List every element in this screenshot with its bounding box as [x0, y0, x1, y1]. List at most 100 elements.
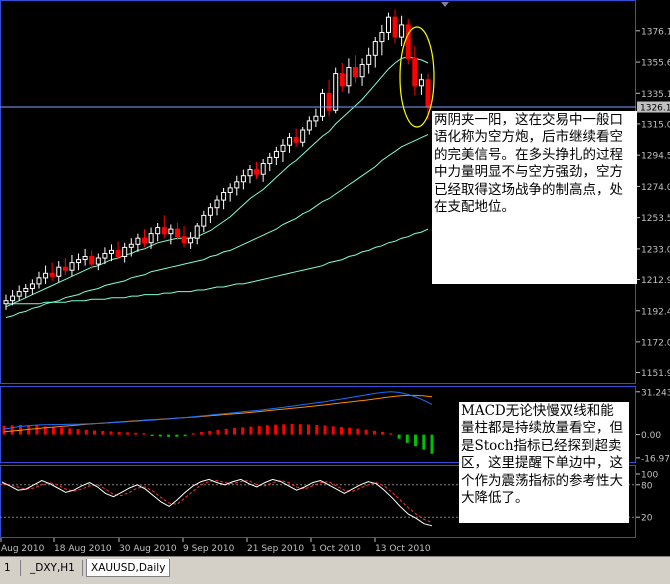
- macd-histogram-bar: [68, 428, 72, 435]
- bull-candle-body: [36, 277, 42, 285]
- bull-candle-body: [418, 79, 424, 87]
- macd-histogram-bar: [356, 428, 360, 435]
- price-tick-label: 1376.1: [641, 27, 670, 37]
- bull-candle-body: [366, 54, 372, 65]
- macd-histogram-bar: [331, 426, 335, 435]
- bull-candle-body: [201, 214, 207, 227]
- macd-histogram-bar: [200, 432, 203, 435]
- macd-histogram-bar: [340, 427, 343, 435]
- bull-candle-body: [287, 137, 293, 146]
- macd-histogram-bar: [51, 427, 55, 435]
- tab-xauusd-daily[interactable]: XAUUSD,Daily: [86, 559, 171, 577]
- date-tick-label: 1 Oct 2010: [311, 544, 361, 554]
- macd-histogram-bar: [150, 434, 154, 436]
- moving-averages: [5, 56, 429, 318]
- chart-tab-bar: 1 _DXY,H1 XAUUSD,Daily: [0, 556, 670, 584]
- bear-candle-body: [161, 227, 167, 235]
- macd-histogram-bar: [117, 431, 121, 435]
- price-tick-label: 1233.0: [641, 245, 670, 255]
- bull-candle-body: [23, 288, 29, 292]
- bull-candle-body: [399, 24, 405, 38]
- macd-histogram-bar: [249, 426, 253, 435]
- chart-shift-marker-icon[interactable]: [441, 2, 449, 7]
- bull-candle-body: [240, 175, 246, 183]
- bull-candle-body: [194, 225, 200, 239]
- indicator-annotation-note: MACD无论快慢双线和能量柱都是持续放量看空，但是Stoch指标已经探到超卖区，…: [459, 402, 629, 523]
- macd-histogram-bar: [381, 431, 385, 435]
- stoch-signal-line: [1, 479, 433, 524]
- macd-histogram-bar: [224, 428, 228, 435]
- macd-histogram-bar: [282, 424, 286, 435]
- bear-candle-body: [405, 24, 411, 59]
- bull-candle-body: [221, 192, 227, 201]
- macd-histogram-bar: [175, 434, 179, 437]
- macd-histogram-bar: [290, 423, 294, 435]
- bull-candle-body: [260, 163, 266, 175]
- macd-histogram-bar: [76, 429, 80, 435]
- bull-candle-body: [29, 283, 35, 289]
- macd-histogram-bar: [241, 427, 245, 435]
- price-tick-label: 1315.0: [641, 120, 670, 130]
- bull-candle-body: [188, 237, 194, 244]
- macd-histogram-bar: [298, 424, 302, 435]
- current-price-label: 1326.1: [640, 104, 670, 114]
- macd-histogram-bar: [167, 434, 171, 437]
- tab-1[interactable]: 1: [0, 559, 15, 577]
- bull-candle-body: [227, 187, 233, 193]
- macd-signal-line: [3, 394, 433, 433]
- tab-dxy-h1[interactable]: _DXY,H1: [26, 559, 79, 577]
- bull-candle-body: [359, 64, 365, 78]
- price-annotation-note: 两阴夹一阳，这在交易中一般口语化称为空方炮，后市继续看空的完美信号。在多头挣扎的…: [432, 111, 637, 284]
- date-tick-label: 13 Oct 2010: [375, 544, 431, 554]
- date-tick-label: 9 Sep 2010: [183, 544, 235, 554]
- bear-candle-body: [293, 137, 299, 143]
- price-tick-label: 1212.9: [641, 276, 670, 286]
- bull-candle-body: [333, 73, 339, 111]
- bull-candle-body: [306, 120, 312, 131]
- macd-series: [2, 391, 434, 454]
- bear-candle-body: [412, 57, 418, 87]
- bull-candle-body: [155, 227, 161, 235]
- bull-candle-body: [148, 233, 154, 244]
- bull-candle-body: [16, 291, 22, 297]
- bull-candle-body: [82, 256, 88, 260]
- bull-candle-body: [379, 32, 385, 43]
- price-tick-label: 1253.5: [641, 214, 670, 224]
- bear-candle-body: [142, 237, 147, 244]
- bear-candle-body: [89, 256, 95, 265]
- bull-candle-body: [372, 41, 378, 56]
- price-tick-label: 1335.1: [641, 90, 670, 100]
- macd-histogram-bar: [216, 429, 220, 435]
- macd-histogram-bar: [372, 430, 376, 435]
- bull-candle-body: [122, 246, 128, 257]
- macd-histogram-bar: [158, 434, 162, 437]
- tab-divider: [20, 560, 21, 576]
- price-tick-label: 1355.6: [641, 59, 670, 69]
- date-tick-label: 30 Aug 2010: [119, 544, 177, 554]
- macd-histogram-bar: [60, 427, 64, 435]
- macd-tick-label: 31.2436: [641, 388, 670, 398]
- macd-histogram-bar: [35, 425, 39, 435]
- stoch-main-line: [1, 478, 433, 527]
- macd-histogram-bar: [257, 426, 261, 435]
- bear-candle-body: [115, 249, 121, 257]
- date-tick-label: 21 Sep 2010: [247, 544, 304, 554]
- bear-candle-body: [326, 92, 332, 111]
- macd-histogram-bar: [134, 432, 138, 435]
- macd-histogram-bar: [430, 434, 434, 454]
- macd-tick-label: -16.9779: [641, 454, 670, 464]
- price-tick-label: 1274.0: [641, 183, 670, 193]
- stoch-tick-label: 20: [641, 514, 653, 524]
- macd-histogram-bar: [389, 433, 393, 435]
- macd-histogram-bar: [348, 427, 352, 435]
- stoch-tick-label: 100: [641, 471, 658, 481]
- bull-candle-body: [280, 144, 286, 152]
- price-tick-label: 1172.0: [641, 338, 670, 348]
- bull-candle-body: [10, 295, 16, 302]
- macd-histogram-bar: [422, 434, 426, 450]
- macd-histogram-bar: [414, 434, 417, 447]
- bear-candle-body: [254, 169, 260, 175]
- bull-candle-body: [168, 228, 174, 235]
- bull-candle-body: [247, 169, 253, 177]
- ma-slow-line: [6, 228, 429, 305]
